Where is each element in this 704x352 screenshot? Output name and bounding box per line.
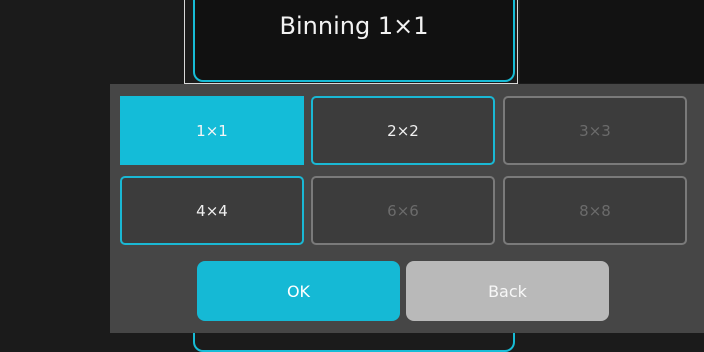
ok-button[interactable]: OK (197, 261, 400, 321)
option-8x8: 8×8 (503, 176, 687, 245)
option-4x4[interactable]: 4×4 (120, 176, 304, 245)
option-1x1[interactable]: 1×1 (120, 96, 304, 165)
binning-title: Binning 1×1 (279, 12, 429, 40)
binning-display: Binning 1×1 (193, 0, 515, 82)
option-2x2[interactable]: 2×2 (311, 96, 495, 165)
back-button[interactable]: Back (406, 261, 609, 321)
background-strip (520, 0, 704, 83)
option-3x3: 3×3 (503, 96, 687, 165)
option-6x6: 6×6 (311, 176, 495, 245)
